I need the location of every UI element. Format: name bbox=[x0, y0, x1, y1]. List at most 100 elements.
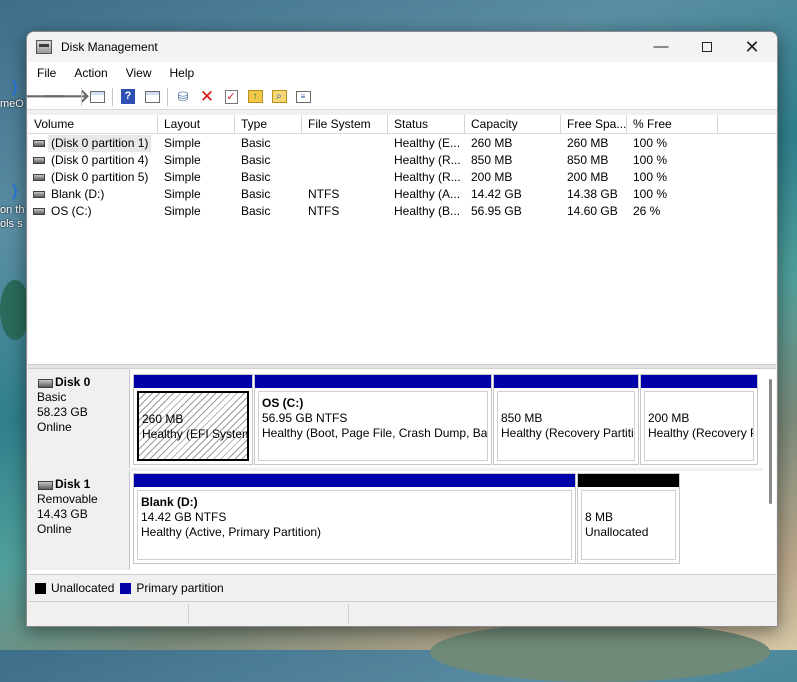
vscode-desktop-icon-2[interactable]: ⟩ bbox=[4, 180, 26, 202]
volume-row[interactable]: (Disk 0 partition 1) Simple Basic Health… bbox=[28, 135, 776, 152]
check-button[interactable]: ✓ bbox=[220, 87, 242, 107]
partition-body: 850 MB Healthy (Recovery Partition) bbox=[497, 391, 635, 461]
volume-name: (Disk 0 partition 1) bbox=[48, 135, 152, 152]
partition-blank-d[interactable]: Blank (D:) 14.42 GB NTFS Healthy (Active… bbox=[133, 473, 576, 564]
disk-management-app-icon bbox=[36, 40, 52, 54]
menu-help[interactable]: Help bbox=[160, 66, 203, 80]
volume-type: Basic bbox=[241, 204, 271, 218]
volume-icon bbox=[33, 208, 45, 215]
partition-efi[interactable]: 260 MB Healthy (EFI System Partition) bbox=[133, 374, 253, 465]
volume-layout: Simple bbox=[164, 187, 201, 201]
volume-row[interactable]: (Disk 0 partition 5) Simple Basic Health… bbox=[28, 169, 776, 186]
volume-icon bbox=[33, 157, 45, 164]
show-hide-console-tree-button[interactable] bbox=[86, 87, 108, 107]
desktop-label-3: ols s bbox=[0, 218, 23, 230]
col-capacity[interactable]: Capacity bbox=[465, 115, 561, 134]
partition-size: 14.42 GB NTFS bbox=[141, 510, 227, 524]
help-icon: ? bbox=[121, 89, 135, 104]
minimize-button[interactable]: — bbox=[638, 32, 684, 62]
partition-bar bbox=[494, 375, 638, 388]
partition-size: 200 MB bbox=[648, 411, 690, 425]
partition-size: 56.95 GB NTFS bbox=[262, 411, 348, 425]
folder-search-button[interactable]: ⌕ bbox=[268, 87, 290, 107]
menu-action[interactable]: Action bbox=[64, 66, 115, 80]
partition-status: Healthy (Active, Primary Partition) bbox=[141, 525, 322, 539]
volume-list-header: Volume Layout Type File System Status Ca… bbox=[28, 115, 776, 134]
col-percent-free[interactable]: % Free bbox=[627, 115, 718, 134]
partition-name: Blank (D:) bbox=[141, 495, 198, 509]
volume-name: (Disk 0 partition 4) bbox=[51, 153, 149, 167]
col-status[interactable]: Status bbox=[388, 115, 465, 134]
help-button[interactable]: ? bbox=[117, 87, 139, 107]
status-bar bbox=[28, 601, 776, 626]
maximize-button[interactable] bbox=[684, 32, 730, 62]
partition-status: Healthy (Boot, Page File, Crash Dump, Ba… bbox=[262, 426, 488, 440]
volume-icon bbox=[33, 140, 45, 147]
volume-icon bbox=[33, 174, 45, 181]
legend-primary-swatch bbox=[120, 582, 132, 594]
volume-pct-free: 100 % bbox=[633, 136, 668, 150]
disk-map-scrollbar[interactable] bbox=[769, 379, 772, 504]
volume-type: Basic bbox=[241, 136, 271, 150]
disk-management-window: Disk Management — ✕ File Action View Hel… bbox=[26, 31, 778, 627]
volume-pct-free: 100 % bbox=[633, 153, 668, 167]
partition-bar bbox=[134, 375, 252, 388]
properties-button[interactable]: ≡ bbox=[292, 87, 314, 107]
volume-name: (Disk 0 partition 5) bbox=[51, 170, 149, 184]
legend-unallocated-label: Unallocated bbox=[51, 581, 115, 595]
partition-bar bbox=[134, 474, 575, 487]
forward-button[interactable]: 🡒 bbox=[42, 86, 90, 107]
col-layout[interactable]: Layout bbox=[158, 115, 235, 134]
volume-status: Healthy (A... bbox=[394, 187, 461, 201]
disk-map[interactable]: Disk 0 Basic 58.23 GB Online 260 MB Heal… bbox=[28, 369, 776, 574]
partition-unallocated[interactable]: 8 MB Unallocated bbox=[577, 473, 680, 564]
partition-recovery-2[interactable]: 200 MB Healthy (Recovery Partition) bbox=[640, 374, 758, 465]
col-file-system[interactable]: File System bbox=[302, 115, 388, 134]
volume-row[interactable]: (Disk 0 partition 4) Simple Basic Health… bbox=[28, 152, 776, 169]
volume-pct-free: 100 % bbox=[633, 187, 668, 201]
volume-row[interactable]: OS (C:) Simple Basic NTFS Healthy (B... … bbox=[28, 203, 776, 220]
partition-size: 8 MB bbox=[585, 510, 614, 524]
disk-0-label[interactable]: Disk 0 Basic 58.23 GB Online bbox=[28, 369, 130, 468]
status-segment bbox=[348, 604, 349, 624]
toolbar-separator bbox=[81, 87, 82, 106]
partition-bar bbox=[641, 375, 757, 388]
menu-file[interactable]: File bbox=[27, 66, 64, 80]
toolbar-separator bbox=[112, 87, 113, 106]
partition-name bbox=[648, 396, 753, 411]
close-button[interactable]: ✕ bbox=[729, 32, 775, 62]
volume-fs bbox=[302, 169, 308, 186]
volume-row[interactable]: Blank (D:) Simple Basic NTFS Healthy (A.… bbox=[28, 186, 776, 203]
volume-status: Healthy (R... bbox=[394, 170, 461, 184]
menu-view[interactable]: View bbox=[116, 66, 160, 80]
col-free-space[interactable]: Free Spa... bbox=[561, 115, 627, 134]
volume-pct-free: 100 % bbox=[633, 170, 668, 184]
disk-0-size: 58.23 GB bbox=[37, 405, 88, 419]
delete-button[interactable]: ✕ bbox=[196, 87, 218, 107]
col-volume[interactable]: Volume bbox=[28, 115, 158, 134]
vscode-desktop-icon[interactable]: ⟩ bbox=[4, 76, 26, 98]
show-hide-console-tree-icon bbox=[89, 90, 105, 103]
partition-body: 260 MB Healthy (EFI System Partition) bbox=[137, 391, 249, 461]
volume-free: 260 MB bbox=[567, 136, 609, 150]
col-type[interactable]: Type bbox=[235, 115, 302, 134]
disk-1-state: Online bbox=[37, 522, 72, 536]
properties-icon: ≡ bbox=[295, 90, 311, 103]
partition-recovery-1[interactable]: 850 MB Healthy (Recovery Partition) bbox=[493, 374, 639, 465]
volume-status: Healthy (B... bbox=[394, 204, 461, 218]
partition-os-c[interactable]: OS (C:) 56.95 GB NTFS Healthy (Boot, Pag… bbox=[254, 374, 492, 465]
wallpaper-coast bbox=[430, 622, 770, 682]
folder-up-button[interactable]: ↑ bbox=[244, 87, 266, 107]
disk-1-label[interactable]: Disk 1 Removable 14.43 GB Online bbox=[28, 471, 130, 570]
partition-body: OS (C:) 56.95 GB NTFS Healthy (Boot, Pag… bbox=[258, 391, 488, 461]
connect-virtual-disk-button[interactable]: ⛁ bbox=[172, 87, 194, 107]
folder-up-icon: ↑ bbox=[247, 90, 263, 103]
show-hide-action-pane-button[interactable] bbox=[141, 87, 163, 107]
status-segment bbox=[188, 604, 189, 624]
show-hide-action-pane-icon bbox=[144, 90, 160, 103]
title-bar[interactable]: Disk Management — ✕ bbox=[27, 32, 777, 62]
volume-list[interactable]: Volume Layout Type File System Status Ca… bbox=[28, 115, 776, 364]
partition-name: OS (C:) bbox=[262, 396, 304, 410]
volume-free: 14.60 GB bbox=[567, 204, 618, 218]
partition-body: Blank (D:) 14.42 GB NTFS Healthy (Active… bbox=[137, 490, 572, 560]
